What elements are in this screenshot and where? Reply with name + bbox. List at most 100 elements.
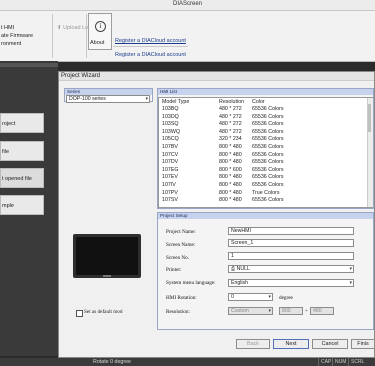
cell-model-type: 107SV — [162, 197, 178, 204]
ribbon-separator — [86, 14, 87, 58]
upload-icon: ⬆ — [57, 25, 62, 31]
cell-model-type: 107DV — [162, 159, 179, 166]
chevron-down-icon: ▾ — [268, 294, 271, 300]
hmi-list-title: HMI List — [158, 89, 373, 95]
cell-model-type: 103DQ — [162, 113, 179, 120]
printer-label: Printer: — [166, 267, 182, 273]
language-label: System menu language: — [166, 280, 216, 286]
cell-resolution: 480 * 272 — [219, 106, 242, 112]
column-model-type[interactable]: Model Type — [162, 99, 189, 106]
project-setup-title: Project Setup — [158, 213, 373, 219]
rotation-value: 0 — [231, 294, 234, 300]
cell-resolution: 800 * 480 — [219, 151, 242, 158]
cell-color: 65536 Colors — [252, 182, 284, 188]
cell-resolution: 800 * 480 — [219, 144, 242, 150]
hmi-rotation-label: HMI Rotation: — [166, 295, 197, 301]
default-model-label: Set as default mod — [84, 309, 123, 315]
language-value: English — [231, 280, 249, 286]
sidebar-item-open-file[interactable]: file — [0, 141, 44, 161]
cell-model-type: 107IV — [162, 182, 176, 188]
cell-model-type: 103SQ — [162, 121, 179, 128]
chevron-down-icon: ▾ — [349, 266, 352, 272]
about-label: About — [90, 40, 105, 46]
cell-color: 65536 Colors — [252, 121, 284, 128]
project-name-label: Project Name: — [166, 229, 196, 235]
printer-value: NULL — [236, 266, 250, 272]
resolution-mode-select[interactable]: Custom ▾ — [228, 307, 273, 315]
cell-resolution: 800 * 600 — [219, 166, 242, 173]
screen-no-label: Screen No. — [166, 255, 190, 261]
register-diacloud-link-2[interactable]: Register a DIACloud account — [115, 52, 186, 58]
screen-no-field[interactable]: 1 — [228, 252, 354, 260]
cell-model-type: 107EV — [162, 174, 178, 181]
cell-resolution: 480 * 272 — [219, 113, 242, 120]
printer-select[interactable]: ⎙ NULL ▾ — [228, 265, 354, 273]
hmi-preview-display — [76, 237, 138, 275]
series-select[interactable]: DOP-100 series ▾ — [66, 95, 150, 103]
language-select[interactable]: English ▾ — [228, 279, 354, 287]
cell-color: 65536 Colors — [252, 166, 284, 173]
cancel-button[interactable]: Cancel — [312, 339, 348, 349]
scroll-lock-indicator: SCRL — [348, 358, 371, 366]
title-bar: DIAScreen — [0, 0, 375, 11]
delta-logo — [103, 275, 111, 277]
list-scrollbar-thumb[interactable] — [368, 104, 371, 132]
default-model-checkbox[interactable] — [76, 310, 83, 317]
status-text: Rotate 0 degree — [93, 359, 131, 365]
cell-color: 65536 Colors — [252, 136, 284, 143]
sidebar-item-new-project[interactable]: roject — [0, 113, 44, 133]
environment-item[interactable]: ronment — [1, 41, 21, 47]
cell-resolution: 480 * 272 — [219, 121, 242, 128]
sidebar-strip — [0, 63, 58, 67]
cell-model-type: 105CQ — [162, 136, 179, 143]
resolution-mode-value: Custom — [231, 308, 249, 314]
chevron-down-icon: ▾ — [268, 308, 271, 314]
sidebar-item-last-opened[interactable]: t opened file — [0, 168, 44, 188]
new-hmi-item[interactable]: t HMI — [1, 25, 14, 31]
degree-label: degree — [279, 295, 293, 301]
back-button[interactable]: Back — [236, 339, 270, 349]
hmi-rotation-select[interactable]: 0 ▾ — [228, 293, 273, 301]
cell-resolution: 800 * 480 — [219, 159, 242, 166]
column-color[interactable]: Color — [252, 99, 265, 106]
num-indicator: NUM — [332, 358, 349, 366]
hmi-model-list[interactable]: Model Type Resolution Color 103BQ 480 * 2… — [158, 97, 373, 208]
cell-model-type: 107BV — [162, 144, 178, 150]
cell-model-type: 107PV — [162, 189, 178, 196]
cell-color: 65536 Colors — [252, 159, 284, 166]
cell-resolution: 800 * 480 — [219, 182, 242, 188]
screen-name-field[interactable]: Screen_1 — [228, 239, 354, 247]
update-firmware-item[interactable]: ate Firmware — [1, 33, 33, 39]
cell-color: 65536 Colors — [252, 106, 284, 112]
cell-color: 65536 Colors — [252, 144, 284, 150]
series-value: DOP-100 series — [69, 96, 106, 102]
resolution-label: Resolution: — [166, 309, 190, 315]
next-button[interactable]: Next — [273, 339, 309, 349]
chevron-down-icon: ▾ — [349, 280, 352, 286]
cell-color: 65536 Colors — [252, 113, 284, 120]
cell-resolution: 480 * 272 — [219, 128, 242, 135]
cell-resolution: 800 * 480 — [219, 174, 242, 181]
dialog-title: Project Wizard — [59, 72, 374, 81]
ribbon-divider — [113, 46, 188, 47]
sidebar-item-example[interactable]: mple — [0, 195, 44, 215]
cell-model-type: 103WQ — [162, 128, 180, 135]
window-title: DIAScreen — [172, 1, 202, 7]
info-icon: i — [95, 21, 106, 32]
cell-model-type: 107EG — [162, 166, 179, 173]
cell-color: 65536 Colors — [252, 174, 284, 181]
cell-resolution: 320 * 234 — [219, 136, 242, 143]
ribbon-separator — [52, 14, 53, 58]
finish-button[interactable]: Finis — [351, 339, 375, 349]
register-diacloud-link[interactable]: Register a DIACloud account — [115, 38, 186, 44]
project-name-field[interactable]: NewHMI — [228, 227, 354, 235]
column-resolution[interactable]: Resolution — [219, 99, 244, 106]
cell-color: 65536 Colors — [252, 151, 284, 158]
resolution-height-field[interactable]: 480 — [310, 307, 334, 315]
resolution-times: * — [305, 309, 308, 315]
cell-color: True Colors — [252, 189, 280, 196]
cell-color: 65536 Colors — [252, 197, 284, 204]
resolution-width-field[interactable]: 800 — [279, 307, 303, 315]
screen-name-label: Screen Name: — [166, 242, 196, 248]
cell-model-type: 107CV — [162, 151, 179, 158]
